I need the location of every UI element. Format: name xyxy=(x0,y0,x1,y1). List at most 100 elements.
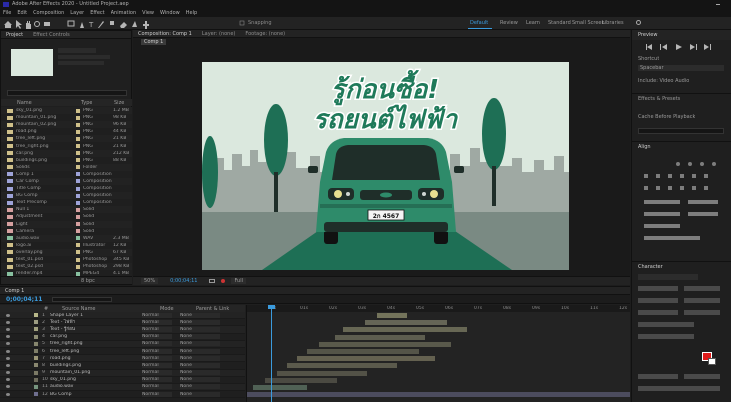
layer-label-color[interactable] xyxy=(34,327,38,332)
layer-label-color[interactable] xyxy=(34,313,38,318)
project-item[interactable]: Camera Solid xyxy=(1,227,132,235)
layer-row[interactable]: 12 BG Comp Normal None xyxy=(0,391,245,399)
label-color-swatch[interactable] xyxy=(76,151,80,156)
layer-mode-dropdown[interactable]: Normal xyxy=(142,391,172,397)
layer-parent-dropdown[interactable]: None xyxy=(180,377,220,383)
workspace-learn[interactable]: Learn xyxy=(526,20,540,26)
layer-row[interactable]: 5 tree_right.png Normal None xyxy=(0,340,245,348)
tab-effect-controls[interactable]: Effect Controls xyxy=(28,31,75,38)
layer-mode-dropdown[interactable]: Normal xyxy=(142,319,172,325)
layer-row[interactable]: 4 car.png Normal None xyxy=(0,333,245,341)
layer-row[interactable]: 9 mountain_01.png Normal None xyxy=(0,369,245,377)
timecode-display[interactable]: 0;00;04;11 xyxy=(170,278,197,284)
project-item[interactable]: Text Precomp Composition xyxy=(1,199,132,207)
layer-mode-dropdown[interactable]: Normal xyxy=(142,384,172,390)
layer-row[interactable]: 3 Text - รู้ก่อน Normal None xyxy=(0,326,245,334)
project-item[interactable]: mountain_01.png PNG 98 KB xyxy=(1,114,132,122)
layer-mode-dropdown[interactable]: Normal xyxy=(142,355,172,361)
visibility-eye-icon[interactable] xyxy=(6,371,10,375)
layer-parent-dropdown[interactable]: None xyxy=(180,334,220,340)
timeline-track-area[interactable]: 0s01s02s03s04s05s06s07s08s09s10s11s12s xyxy=(246,305,630,402)
visibility-eye-icon[interactable] xyxy=(6,378,10,382)
menu-view[interactable]: View xyxy=(142,10,154,16)
layer-duration-bar[interactable] xyxy=(343,327,467,333)
bit-depth-label[interactable]: 8 bpc xyxy=(81,278,95,284)
project-item[interactable]: audio.wav WAV 2.3 MB xyxy=(1,234,132,242)
layer-parent-dropdown[interactable]: None xyxy=(180,370,220,376)
tab-timeline-comp[interactable]: Comp 1 xyxy=(0,287,29,294)
layer-name[interactable]: road.png xyxy=(50,356,142,361)
visibility-eye-icon[interactable] xyxy=(6,342,10,346)
label-color-swatch[interactable] xyxy=(76,158,80,163)
label-color-swatch[interactable] xyxy=(76,200,80,205)
label-color-swatch[interactable] xyxy=(76,257,80,262)
project-item[interactable]: Light Solid xyxy=(1,220,132,228)
menu-animation[interactable]: Animation xyxy=(111,10,137,16)
project-item[interactable]: Car Comp Composition xyxy=(1,177,132,186)
label-color-swatch[interactable] xyxy=(76,122,80,127)
label-color-swatch[interactable] xyxy=(76,144,80,149)
label-color-swatch[interactable] xyxy=(76,236,80,241)
visibility-eye-icon[interactable] xyxy=(6,356,10,360)
tab-project[interactable]: Project xyxy=(1,31,28,38)
composition-canvas[interactable]: 2ก 4567 รู้ก่อนซื้อ! รถยนต์ไฟฟ้า xyxy=(202,62,569,270)
menu-edit[interactable]: Edit xyxy=(17,10,27,16)
visibility-eye-icon[interactable] xyxy=(6,392,10,396)
minimize-icon[interactable] xyxy=(716,4,720,5)
label-color-swatch[interactable] xyxy=(76,108,80,113)
menu-help[interactable]: Help xyxy=(186,10,197,16)
playhead[interactable] xyxy=(271,305,272,402)
color-channel-icon[interactable] xyxy=(221,279,226,283)
time-ruler[interactable]: 0s01s02s03s04s05s06s07s08s09s10s11s12s xyxy=(247,305,630,312)
zoom-dropdown[interactable]: 50% xyxy=(141,278,159,284)
visibility-eye-icon[interactable] xyxy=(6,349,10,353)
visibility-eye-icon[interactable] xyxy=(6,313,10,317)
project-item[interactable]: overlay.png PNG 67 KB xyxy=(1,248,132,256)
label-color-swatch[interactable] xyxy=(76,243,80,248)
column-type[interactable]: Type xyxy=(81,100,92,106)
project-item[interactable]: Title Comp Composition xyxy=(1,185,132,193)
search-help-icon[interactable] xyxy=(636,20,641,25)
workspace-small-screen[interactable]: Small Screen xyxy=(572,20,605,26)
preview-shortcut-dropdown[interactable]: Spacebar xyxy=(638,65,724,71)
label-color-swatch[interactable] xyxy=(76,214,80,219)
workspace-default[interactable]: Default xyxy=(470,20,488,26)
layer-mode-dropdown[interactable]: Normal xyxy=(142,362,172,368)
project-item[interactable]: logo.ai Illustrator 12 KB xyxy=(1,241,132,249)
layer-duration-bar[interactable] xyxy=(287,363,397,369)
visibility-eye-icon[interactable] xyxy=(6,320,10,324)
visibility-eye-icon[interactable] xyxy=(6,335,10,339)
workspace-review[interactable]: Review xyxy=(500,20,518,26)
layer-name[interactable]: Text - ไฟฟ้า xyxy=(50,319,142,326)
project-item[interactable]: buildings.png PNG 88 KB xyxy=(1,156,132,164)
snapshot-icon[interactable] xyxy=(209,279,216,283)
layer-mode-dropdown[interactable]: Normal xyxy=(142,341,172,347)
label-color-swatch[interactable] xyxy=(76,115,80,120)
layer-mode-dropdown[interactable]: Normal xyxy=(142,348,172,354)
layer-parent-dropdown[interactable]: None xyxy=(180,355,220,361)
project-item[interactable]: tree_left.png PNG 21 KB xyxy=(1,135,132,143)
project-item[interactable]: text_02.psd Photoshop 298 KB xyxy=(1,263,132,271)
layer-duration-bar[interactable] xyxy=(297,356,435,362)
layer-parent-dropdown[interactable]: None xyxy=(180,391,220,397)
layer-duration-bar[interactable] xyxy=(307,349,419,354)
breadcrumb-comp[interactable]: Comp 1 xyxy=(141,38,167,45)
visibility-eye-icon[interactable] xyxy=(6,363,10,367)
layer-name[interactable]: car.png xyxy=(50,334,142,339)
layer-duration-bar[interactable] xyxy=(277,370,367,376)
layer-parent-dropdown[interactable]: None xyxy=(180,326,220,332)
layer-name[interactable]: tree_left.png xyxy=(50,349,142,354)
project-item[interactable]: BG Comp Composition xyxy=(1,192,132,200)
label-color-swatch[interactable] xyxy=(76,207,80,212)
menu-effect[interactable]: Effect xyxy=(90,10,104,16)
tab-composition[interactable]: Composition: Comp 1 xyxy=(133,30,197,37)
label-color-swatch[interactable] xyxy=(76,172,80,177)
font-family-dropdown[interactable] xyxy=(638,274,698,280)
layer-label-color[interactable] xyxy=(34,349,38,354)
visibility-eye-icon[interactable] xyxy=(6,327,10,331)
layer-mode-dropdown[interactable]: Normal xyxy=(142,370,172,376)
layer-mode-dropdown[interactable]: Normal xyxy=(142,377,172,383)
label-color-swatch[interactable] xyxy=(76,264,80,269)
layer-duration-bar[interactable] xyxy=(253,385,307,390)
column-name[interactable]: Name xyxy=(17,100,32,106)
